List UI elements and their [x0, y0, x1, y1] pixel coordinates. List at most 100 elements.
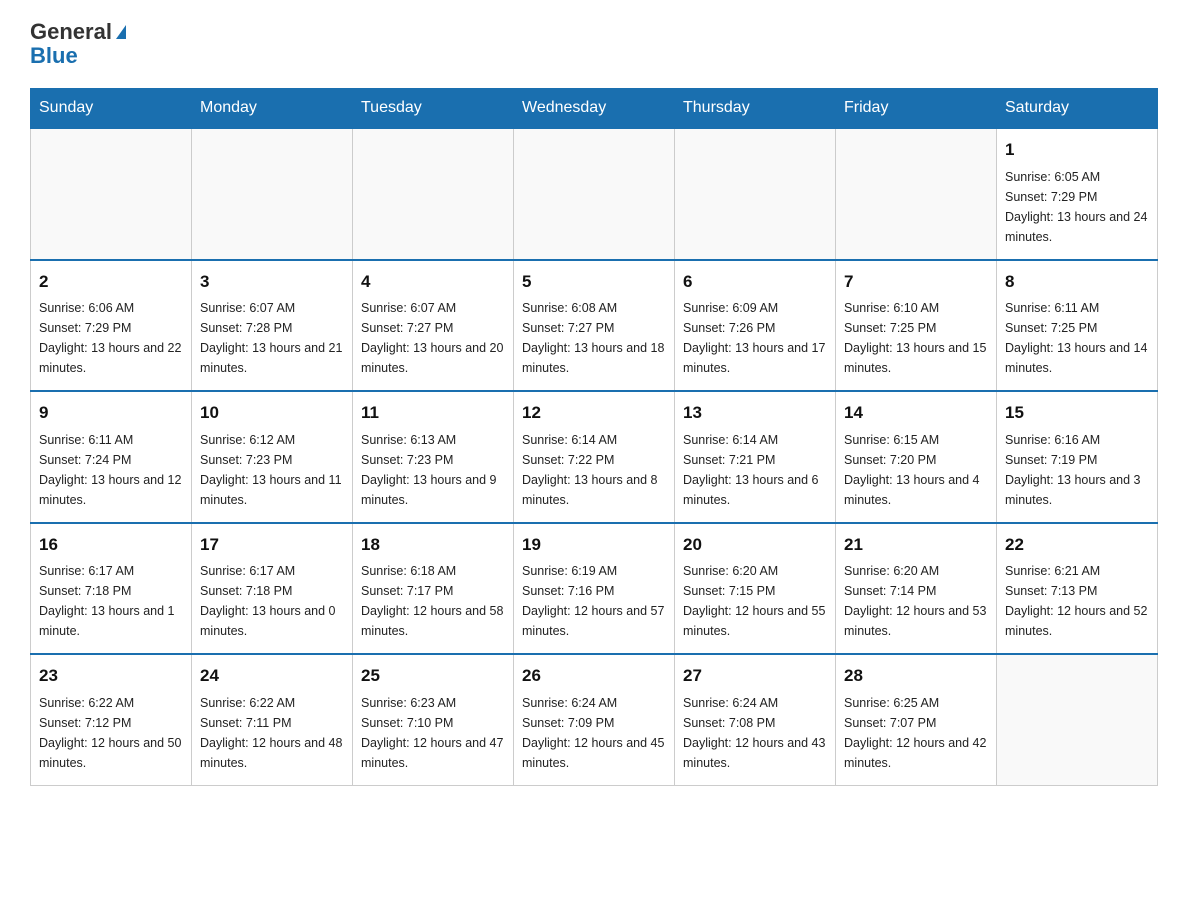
calendar-cell: 21 Sunrise: 6:20 AMSunset: 7:14 PMDayligh…: [836, 523, 997, 655]
day-number: 15: [1005, 400, 1149, 426]
logo-blue-text: Blue: [30, 44, 126, 68]
calendar-cell: 22Sunrise: 6:21 AMSunset: 7:13 PMDayligh…: [997, 523, 1158, 655]
day-of-week-header: Friday: [836, 89, 997, 129]
day-info: Sunrise: 6:19 AMSunset: 7:16 PMDaylight:…: [522, 561, 666, 641]
day-info: Sunrise: 6:05 AMSunset: 7:29 PMDaylight:…: [1005, 167, 1149, 247]
day-info: Sunrise: 6:11 AMSunset: 7:25 PMDaylight:…: [1005, 298, 1149, 378]
calendar-cell: [836, 128, 997, 260]
day-of-week-header: Sunday: [31, 89, 192, 129]
day-info: Sunrise: 6:13 AMSunset: 7:23 PMDaylight:…: [361, 430, 505, 510]
logo-general-text: General: [30, 20, 112, 44]
logo-triangle-icon: [116, 25, 126, 39]
day-of-week-header: Thursday: [675, 89, 836, 129]
day-info: Sunrise: 6:17 AMSunset: 7:18 PMDaylight:…: [200, 561, 344, 641]
calendar-cell: 13 Sunrise: 6:14 AMSunset: 7:21 PMDayligh…: [675, 391, 836, 523]
day-number: 4: [361, 269, 505, 295]
calendar-week-row: 23 Sunrise: 6:22 AMSunset: 7:12 PMDayligh…: [31, 654, 1158, 785]
day-info: Sunrise: 6:06 AMSunset: 7:29 PMDaylight:…: [39, 298, 183, 378]
day-number: 3: [200, 269, 344, 295]
day-info: Sunrise: 6:20 AMSunset: 7:14 PMDaylight:…: [844, 561, 988, 641]
calendar-cell: 14 Sunrise: 6:15 AMSunset: 7:20 PMDayligh…: [836, 391, 997, 523]
day-info: Sunrise: 6:24 AMSunset: 7:09 PMDaylight:…: [522, 693, 666, 773]
day-info: Sunrise: 6:07 AMSunset: 7:27 PMDaylight:…: [361, 298, 505, 378]
day-info: Sunrise: 6:17 AMSunset: 7:18 PMDaylight:…: [39, 561, 183, 641]
calendar-cell: 26 Sunrise: 6:24 AMSunset: 7:09 PMDayligh…: [514, 654, 675, 785]
day-number: 14: [844, 400, 988, 426]
day-info: Sunrise: 6:15 AMSunset: 7:20 PMDaylight:…: [844, 430, 988, 510]
calendar-cell: 19 Sunrise: 6:19 AMSunset: 7:16 PMDayligh…: [514, 523, 675, 655]
day-info: Sunrise: 6:16 AMSunset: 7:19 PMDaylight:…: [1005, 430, 1149, 510]
day-number: 5: [522, 269, 666, 295]
day-number: 19: [522, 532, 666, 558]
calendar-cell: 6 Sunrise: 6:09 AMSunset: 7:26 PMDaylight…: [675, 260, 836, 392]
day-number: 24: [200, 663, 344, 689]
day-info: Sunrise: 6:20 AMSunset: 7:15 PMDaylight:…: [683, 561, 827, 641]
day-info: Sunrise: 6:07 AMSunset: 7:28 PMDaylight:…: [200, 298, 344, 378]
calendar-cell: 24 Sunrise: 6:22 AMSunset: 7:11 PMDayligh…: [192, 654, 353, 785]
day-number: 12: [522, 400, 666, 426]
day-number: 17: [200, 532, 344, 558]
calendar-cell: 28Sunrise: 6:25 AMSunset: 7:07 PMDayligh…: [836, 654, 997, 785]
calendar-table: SundayMondayTuesdayWednesdayThursdayFrid…: [30, 88, 1158, 786]
calendar-cell: 20 Sunrise: 6:20 AMSunset: 7:15 PMDayligh…: [675, 523, 836, 655]
calendar-cell: 25 Sunrise: 6:23 AMSunset: 7:10 PMDayligh…: [353, 654, 514, 785]
day-info: Sunrise: 6:18 AMSunset: 7:17 PMDaylight:…: [361, 561, 505, 641]
calendar-body: 1 Sunrise: 6:05 AMSunset: 7:29 PMDaylight…: [31, 128, 1158, 785]
day-of-week-header: Tuesday: [353, 89, 514, 129]
day-number: 21: [844, 532, 988, 558]
day-number: 16: [39, 532, 183, 558]
day-number: 25: [361, 663, 505, 689]
logo: General Blue: [30, 20, 126, 68]
day-of-week-header: Wednesday: [514, 89, 675, 129]
day-info: Sunrise: 6:14 AMSunset: 7:22 PMDaylight:…: [522, 430, 666, 510]
calendar-week-row: 16 Sunrise: 6:17 AMSunset: 7:18 PMDayligh…: [31, 523, 1158, 655]
day-info: Sunrise: 6:11 AMSunset: 7:24 PMDaylight:…: [39, 430, 183, 510]
day-info: Sunrise: 6:14 AMSunset: 7:21 PMDaylight:…: [683, 430, 827, 510]
day-info: Sunrise: 6:22 AMSunset: 7:12 PMDaylight:…: [39, 693, 183, 773]
day-number: 23: [39, 663, 183, 689]
calendar-cell: 27 Sunrise: 6:24 AMSunset: 7:08 PMDayligh…: [675, 654, 836, 785]
day-number: 8: [1005, 269, 1149, 295]
calendar-cell: 7Sunrise: 6:10 AMSunset: 7:25 PMDaylight…: [836, 260, 997, 392]
calendar-cell: 8 Sunrise: 6:11 AMSunset: 7:25 PMDaylight…: [997, 260, 1158, 392]
day-number: 13: [683, 400, 827, 426]
day-info: Sunrise: 6:23 AMSunset: 7:10 PMDaylight:…: [361, 693, 505, 773]
page-header: General Blue: [30, 20, 1158, 68]
calendar-cell: 4 Sunrise: 6:07 AMSunset: 7:27 PMDaylight…: [353, 260, 514, 392]
day-info: Sunrise: 6:25 AMSunset: 7:07 PMDaylight:…: [844, 693, 988, 773]
day-info: Sunrise: 6:22 AMSunset: 7:11 PMDaylight:…: [200, 693, 344, 773]
calendar-cell: [675, 128, 836, 260]
calendar-cell: 2 Sunrise: 6:06 AMSunset: 7:29 PMDaylight…: [31, 260, 192, 392]
day-number: 26: [522, 663, 666, 689]
days-of-week-row: SundayMondayTuesdayWednesdayThursdayFrid…: [31, 89, 1158, 129]
calendar-week-row: 9 Sunrise: 6:11 AMSunset: 7:24 PMDaylight…: [31, 391, 1158, 523]
day-number: 2: [39, 269, 183, 295]
day-number: 9: [39, 400, 183, 426]
day-number: 27: [683, 663, 827, 689]
calendar-cell: 11 Sunrise: 6:13 AMSunset: 7:23 PMDayligh…: [353, 391, 514, 523]
calendar-cell: 15 Sunrise: 6:16 AMSunset: 7:19 PMDayligh…: [997, 391, 1158, 523]
day-number: 20: [683, 532, 827, 558]
day-of-week-header: Monday: [192, 89, 353, 129]
day-number: 11: [361, 400, 505, 426]
calendar-cell: 5Sunrise: 6:08 AMSunset: 7:27 PMDaylight…: [514, 260, 675, 392]
calendar-cell: 10Sunrise: 6:12 AMSunset: 7:23 PMDayligh…: [192, 391, 353, 523]
calendar-cell: 9 Sunrise: 6:11 AMSunset: 7:24 PMDaylight…: [31, 391, 192, 523]
calendar-cell: 17 Sunrise: 6:17 AMSunset: 7:18 PMDayligh…: [192, 523, 353, 655]
day-number: 1: [1005, 137, 1149, 163]
day-info: Sunrise: 6:24 AMSunset: 7:08 PMDaylight:…: [683, 693, 827, 773]
calendar-cell: 3 Sunrise: 6:07 AMSunset: 7:28 PMDaylight…: [192, 260, 353, 392]
day-number: 7: [844, 269, 988, 295]
calendar-cell: 18Sunrise: 6:18 AMSunset: 7:17 PMDayligh…: [353, 523, 514, 655]
calendar-cell: 1 Sunrise: 6:05 AMSunset: 7:29 PMDaylight…: [997, 128, 1158, 260]
calendar-week-row: 2 Sunrise: 6:06 AMSunset: 7:29 PMDaylight…: [31, 260, 1158, 392]
calendar-cell: 16 Sunrise: 6:17 AMSunset: 7:18 PMDayligh…: [31, 523, 192, 655]
day-info: Sunrise: 6:09 AMSunset: 7:26 PMDaylight:…: [683, 298, 827, 378]
day-number: 22: [1005, 532, 1149, 558]
calendar-week-row: 1 Sunrise: 6:05 AMSunset: 7:29 PMDaylight…: [31, 128, 1158, 260]
calendar-cell: 12 Sunrise: 6:14 AMSunset: 7:22 PMDayligh…: [514, 391, 675, 523]
day-of-week-header: Saturday: [997, 89, 1158, 129]
calendar-cell: [353, 128, 514, 260]
day-info: Sunrise: 6:12 AMSunset: 7:23 PMDaylight:…: [200, 430, 344, 510]
day-number: 6: [683, 269, 827, 295]
